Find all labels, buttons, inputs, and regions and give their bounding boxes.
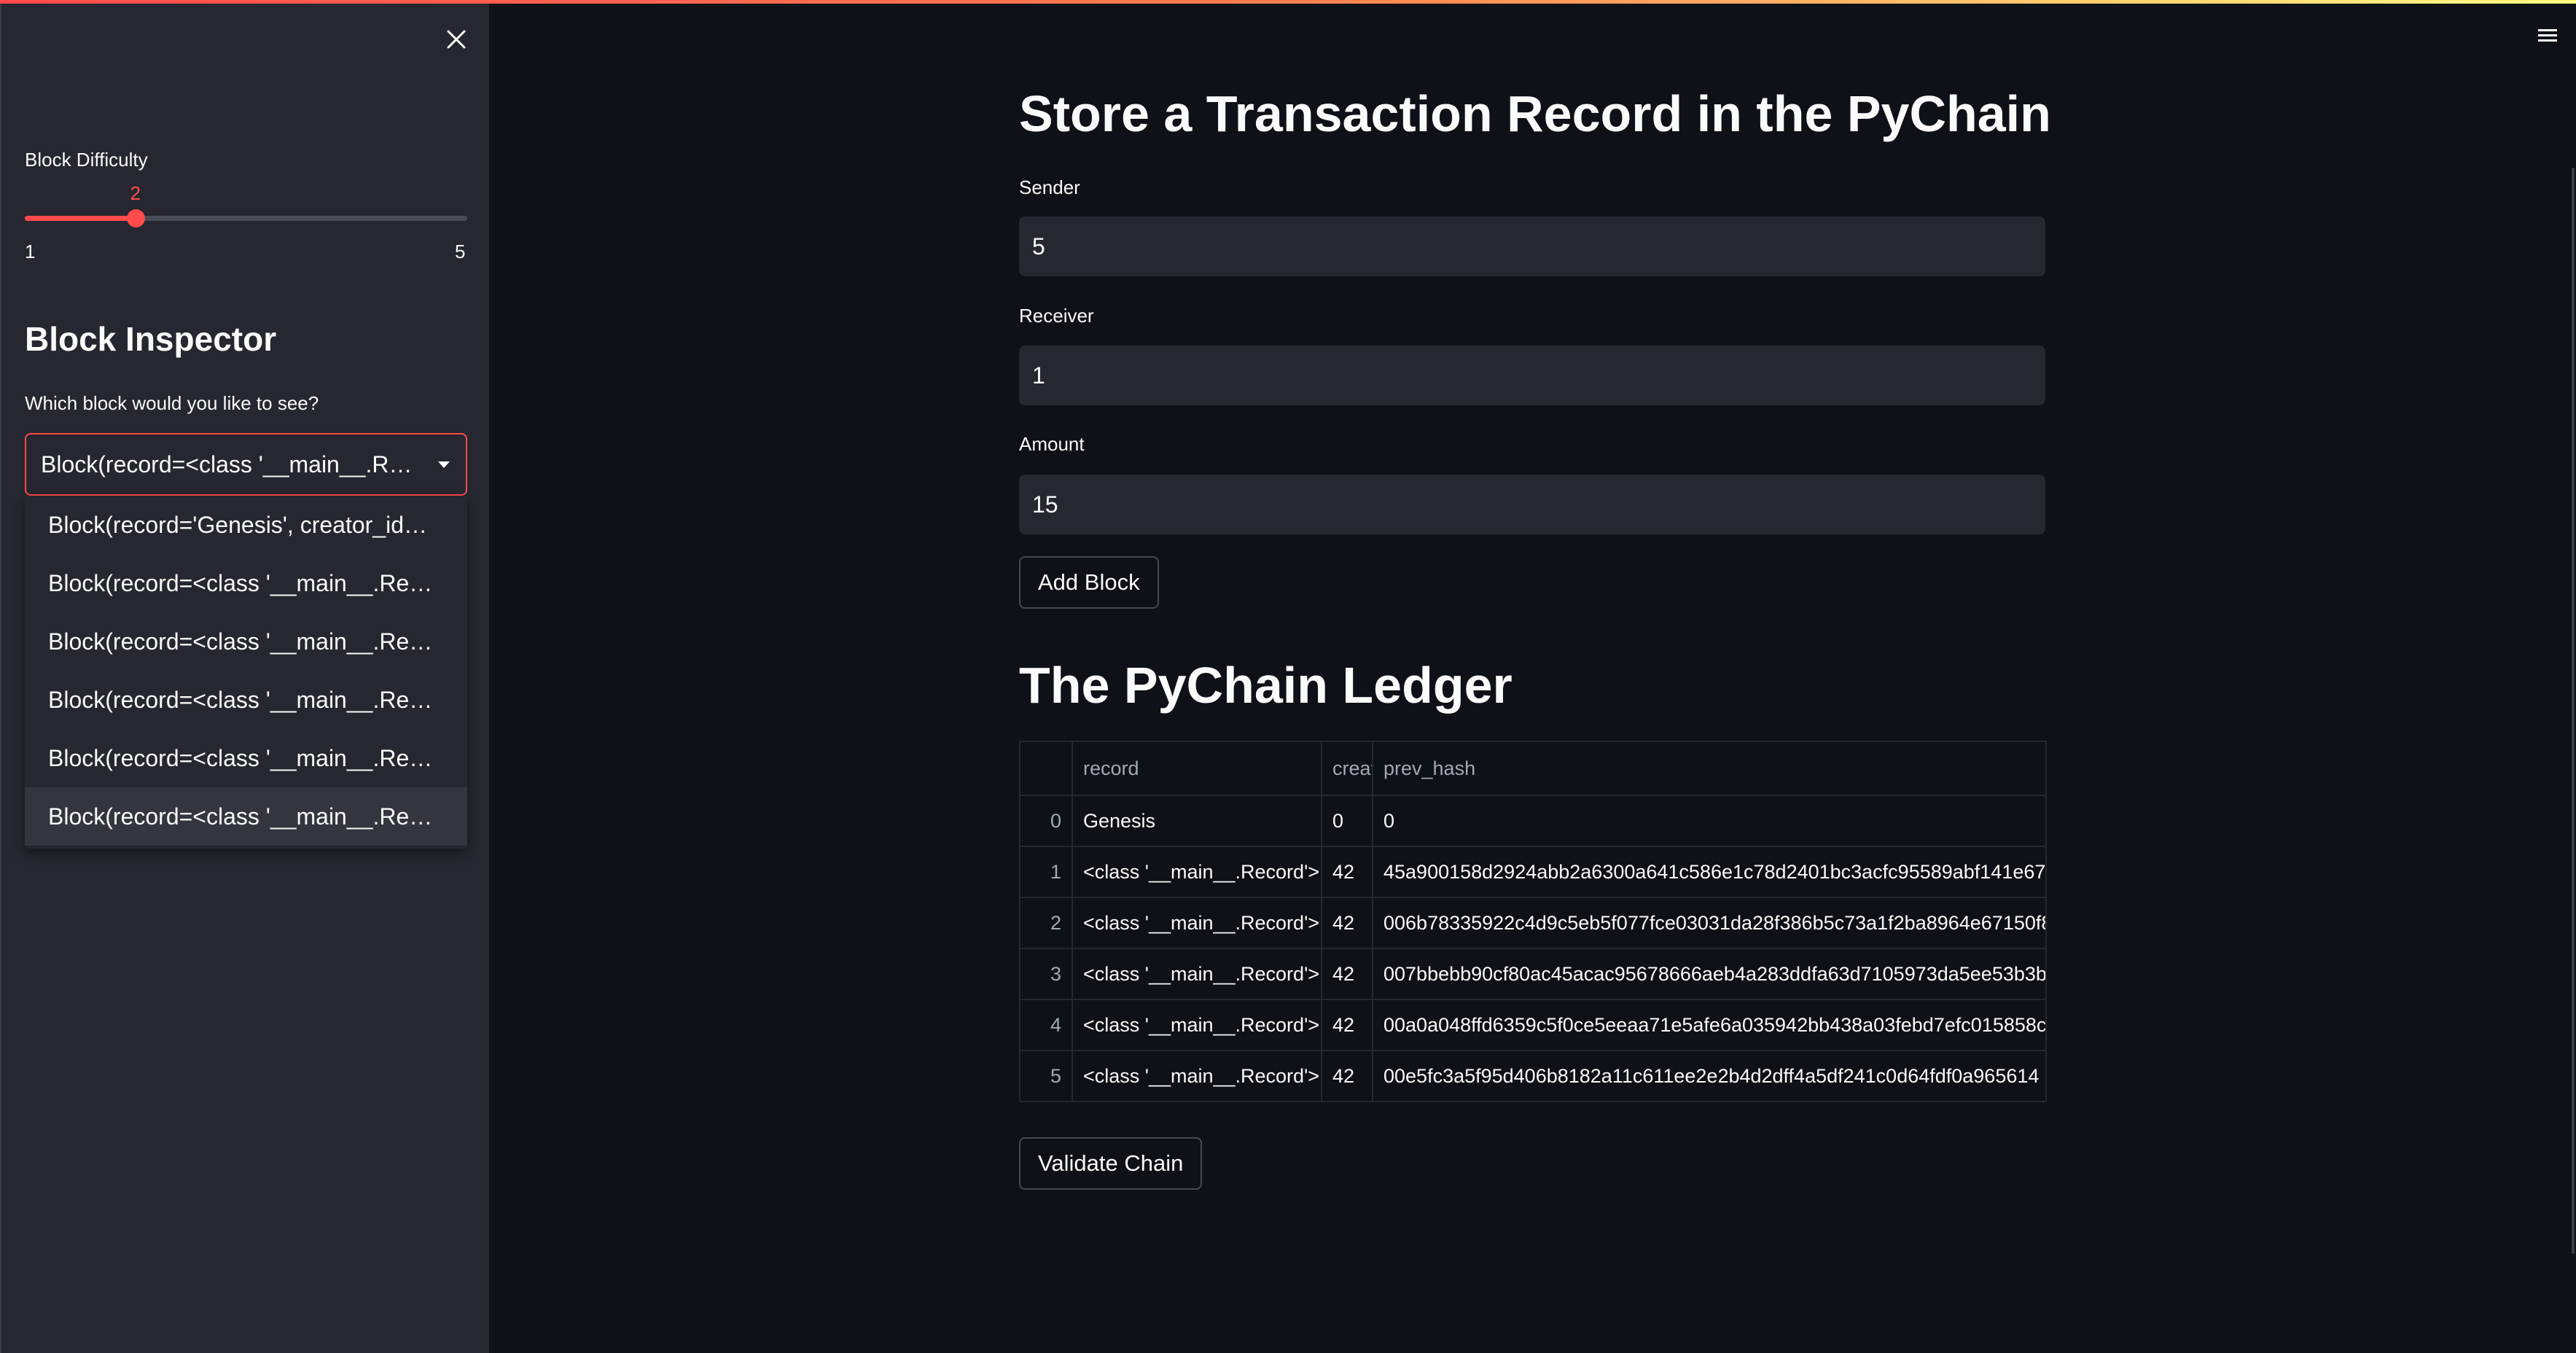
sender-label: Sender (1019, 176, 1080, 198)
block-inspector-heading: Block Inspector (25, 320, 277, 358)
dropdown-option[interactable]: Block(record=<class '__main__.Recor... (25, 729, 467, 787)
row-index: 0 (1019, 795, 1073, 847)
creator-cell: 0 (1321, 795, 1373, 847)
creator-cell: 42 (1321, 897, 1373, 949)
creator-cell: 42 (1321, 1050, 1373, 1102)
block-select[interactable]: Block(record=<class '__main__.Rec... (25, 433, 467, 496)
page-title: Store a Transaction Record in the PyChai… (1019, 85, 2051, 142)
hamburger-menu-icon (2538, 29, 2557, 42)
prev-hash-cell: 0 (1372, 795, 2047, 847)
table-header-row: record creat prev_hash (1019, 741, 2047, 796)
record-cell: Genesis (1072, 795, 1322, 847)
block-select-value: Block(record=<class '__main__.Rec... (41, 451, 413, 477)
block-select-dropdown: Block(record='Genesis', creator_id=0, ..… (25, 496, 467, 849)
creator-cell: 42 (1321, 846, 1373, 898)
slider-current-value: 2 (130, 182, 141, 204)
prev-hash-cell: 00e5fc3a5f95d406b8182a11c611ee2e2b4d2dff… (1372, 1050, 2047, 1102)
column-header-record[interactable]: record (1072, 741, 1322, 796)
row-index: 4 (1019, 999, 1073, 1051)
amount-input[interactable] (1019, 475, 2045, 534)
record-cell: <class '__main__.Record'> (1072, 999, 1322, 1051)
table-row: 5 <class '__main__.Record'> 42 00e5fc3a5… (1019, 1050, 2047, 1102)
column-header-creator[interactable]: creat (1321, 741, 1373, 796)
difficulty-label: Block Difficulty (25, 149, 148, 171)
dropdown-option[interactable]: Block(record=<class '__main__.Recor... (25, 671, 467, 729)
prev-hash-cell: 00a0a048ffd6359c5f0ce5eeaa71e5afe6a03594… (1372, 999, 2047, 1051)
table-row: 2 <class '__main__.Record'> 42 006b78335… (1019, 897, 2047, 949)
difficulty-slider-fill (25, 216, 136, 221)
sender-input[interactable] (1019, 217, 2045, 276)
table-row: 0 Genesis 0 0 (1019, 795, 2047, 847)
receiver-input[interactable] (1019, 346, 2045, 405)
table-row: 4 <class '__main__.Record'> 42 00a0a048f… (1019, 999, 2047, 1051)
creator-cell: 42 (1321, 999, 1373, 1051)
block-select-label: Which block would you like to see? (25, 392, 319, 414)
prev-hash-cell: 007bbebb90cf80ac45acac95678666aeb4a283dd… (1372, 948, 2047, 1000)
slider-min-label: 1 (25, 241, 36, 262)
validate-chain-button[interactable]: Validate Chain (1019, 1137, 1203, 1190)
record-cell: <class '__main__.Record'> (1072, 897, 1322, 949)
dropdown-option[interactable]: Block(record=<class '__main__.Recor... (25, 554, 467, 612)
dropdown-option[interactable]: Block(record=<class '__main__.Recor... (25, 612, 467, 671)
record-cell: <class '__main__.Record'> (1072, 948, 1322, 1000)
receiver-label: Receiver (1019, 305, 1094, 327)
slider-max-label: 5 (455, 241, 466, 262)
row-index: 3 (1019, 948, 1073, 1000)
page-scrollbar[interactable] (2572, 168, 2575, 1254)
record-cell: <class '__main__.Record'> (1072, 1050, 1322, 1102)
row-index: 5 (1019, 1050, 1073, 1102)
main-menu-button[interactable] (2537, 25, 2559, 47)
column-header-index[interactable] (1019, 741, 1073, 796)
ledger-heading: The PyChain Ledger (1019, 657, 1513, 714)
dropdown-option-selected[interactable]: Block(record=<class '__main__.Recor... (25, 787, 467, 846)
close-icon (447, 30, 466, 49)
dropdown-option[interactable]: Block(record='Genesis', creator_id=0, ..… (25, 496, 467, 554)
close-sidebar-button[interactable] (437, 20, 475, 58)
table-row: 3 <class '__main__.Record'> 42 007bbebb9… (1019, 948, 2047, 1000)
column-header-prev-hash[interactable]: prev_hash (1372, 741, 2047, 796)
add-block-button[interactable]: Add Block (1019, 556, 1159, 609)
top-decoration-bar (0, 0, 2576, 4)
row-index: 1 (1019, 846, 1073, 898)
sidebar: Block Difficulty 2 1 5 Block Inspector W… (0, 0, 489, 1353)
difficulty-slider-thumb[interactable] (126, 209, 145, 227)
prev-hash-cell: 006b78335922c4d9c5eb5f077fce03031da28f38… (1372, 897, 2047, 949)
record-cell: <class '__main__.Record'> (1072, 846, 1322, 898)
amount-label: Amount (1019, 433, 1085, 455)
chevron-down-icon (438, 461, 450, 468)
ledger-table: record creat prev_hash 0 Genesis 0 0 1 <… (1019, 741, 2047, 1102)
creator-cell: 42 (1321, 948, 1373, 1000)
table-row: 1 <class '__main__.Record'> 42 45a900158… (1019, 846, 2047, 898)
prev-hash-cell: 45a900158d2924abb2a6300a641c586e1c78d240… (1372, 846, 2047, 898)
row-index: 2 (1019, 897, 1073, 949)
